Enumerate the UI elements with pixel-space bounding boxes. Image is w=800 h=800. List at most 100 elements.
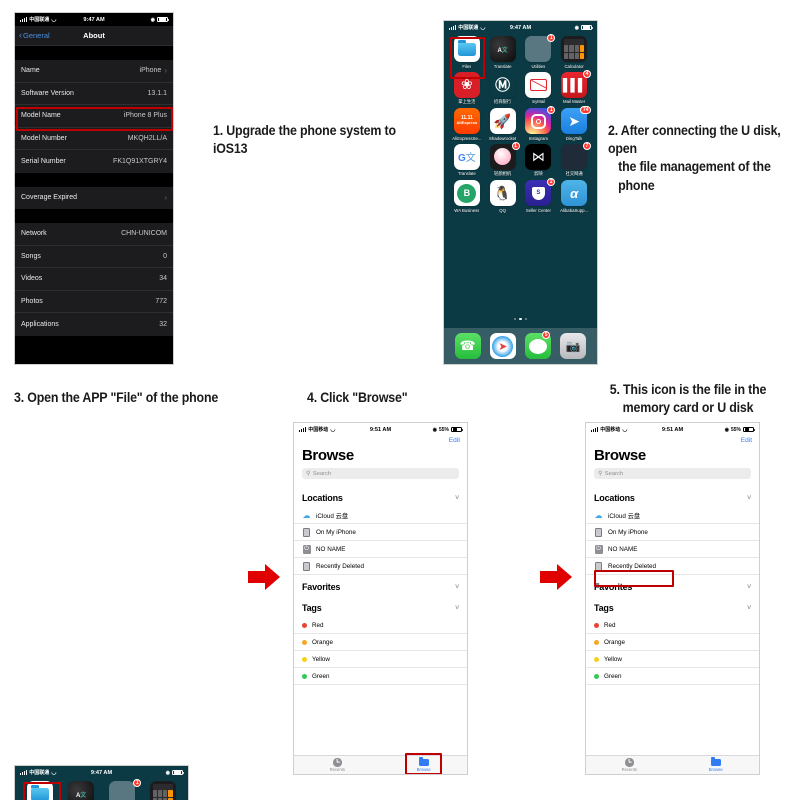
table-row[interactable]: Model Name iPhone 8 Plus xyxy=(15,105,173,128)
table-row[interactable]: Videos 34 xyxy=(15,268,173,291)
status-left: 中国联通 ◡ xyxy=(20,16,57,23)
phone-panel-files-browse-noname: 中国移动 ◡ 9:51 AM ◉ 55% Edit Browse ⚲ Searc… xyxy=(585,422,760,775)
dock-camera-icon[interactable]: 📷 xyxy=(560,333,587,359)
dock-messages-icon[interactable]: 5 xyxy=(525,331,552,359)
table-row[interactable]: Photos 772 xyxy=(15,291,173,313)
app-icon-[interactable]: ❀ 掌上生活 xyxy=(449,71,485,106)
section-header-tags[interactable]: Tags ˅ xyxy=(586,596,759,617)
clock-icon xyxy=(333,758,342,767)
table-row-software-version[interactable]: Software Version 13.1.1 xyxy=(15,83,173,105)
tag-label: Green xyxy=(604,672,622,680)
row-value: 32 xyxy=(159,321,167,328)
section-header-favorites[interactable]: Favorites ˅ xyxy=(586,575,759,596)
location-row-recently-deleted[interactable]: Recently Deleted xyxy=(294,558,467,575)
aba-app-icon: α xyxy=(561,180,588,206)
section-label: Locations xyxy=(302,493,343,503)
table-row[interactable]: Serial Number FK1Q91XTGRY4 xyxy=(15,150,173,173)
section-header-tags[interactable]: Tags ˅ xyxy=(294,596,467,617)
edit-button[interactable]: Edit xyxy=(294,436,467,446)
chevron-down-icon[interactable]: ˅ xyxy=(747,605,751,612)
app-icon-mymail[interactable]: myMail xyxy=(521,71,557,106)
tag-row-yellow[interactable]: Yellow xyxy=(294,651,467,668)
battery-icon xyxy=(581,24,593,31)
app-icon-shadowrocket[interactable]: 🚀 Shadowrocket xyxy=(485,108,521,141)
row-value-text: 32 xyxy=(159,320,167,328)
app-icon-wa-business[interactable]: B WA Business xyxy=(449,180,485,213)
location-label: Recently Deleted xyxy=(608,562,656,570)
location-row-recently-deleted[interactable]: Recently Deleted xyxy=(586,558,759,575)
chevron-down-icon[interactable]: ˅ xyxy=(455,495,459,502)
table-row[interactable]: Applications 32 xyxy=(15,313,173,336)
page-title: Browse xyxy=(594,447,646,464)
app-icon-aliexpressse[interactable]: 11.11 AliExpress AliExpressSe... xyxy=(449,108,485,141)
app-icon-qq[interactable]: 🐧 QQ xyxy=(485,180,521,213)
app-icon-alibabasupp[interactable]: α AlibabaSupp... xyxy=(556,180,592,213)
notification-badge: 1 xyxy=(511,141,520,150)
app-icon-utilities[interactable]: 1Utilities xyxy=(521,34,557,69)
app-icon-[interactable]: 1 轻颜相机 xyxy=(485,141,521,178)
edit-button[interactable]: Edit xyxy=(586,436,759,446)
location-row-icloud[interactable]: ☁ iCloud 云盘 xyxy=(294,507,467,524)
tag-row-green[interactable]: Green xyxy=(586,668,759,685)
location-row-on-my-iphone[interactable]: On My iPhone xyxy=(294,524,467,541)
app-icon-seller-center[interactable]: S 2 Seller Center xyxy=(521,178,557,213)
status-right: ◉ xyxy=(575,24,593,31)
location-row-icloud[interactable]: ☁ iCloud 云盘 xyxy=(586,507,759,524)
status-left: 中国联通 ◡ xyxy=(449,24,486,31)
location-row-on-my-iphone[interactable]: On My iPhone xyxy=(586,524,759,541)
section-header-favorites[interactable]: Favorites ˅ xyxy=(294,575,467,596)
caption-step-1: 1. Upgrade the phone system to iOS13 xyxy=(213,123,396,157)
status-right: ◉ xyxy=(150,16,169,23)
dock-phone-icon[interactable]: ☎ xyxy=(454,333,481,359)
tag-row-red[interactable]: Red xyxy=(586,617,759,634)
cam-app-icon: 📷 xyxy=(560,333,587,359)
tab-label: Recents xyxy=(621,767,637,772)
tag-row-red[interactable]: Red xyxy=(294,617,467,634)
phone-panel-homescreen-top: 中国联通 ◡ 9:47 AM ◉ Files A文 Translate 1 Utilit… xyxy=(443,20,598,365)
app-icon-files[interactable]: Files xyxy=(449,36,485,69)
chevron-down-icon[interactable]: ˅ xyxy=(455,584,459,591)
tag-row-orange[interactable]: Orange xyxy=(586,634,759,651)
search-input[interactable]: ⚲ Search xyxy=(302,468,459,479)
app-icon-calculator[interactable]: Calculator xyxy=(142,781,183,800)
app-icon-translate[interactable]: A文Translate xyxy=(61,781,102,800)
app-icon-[interactable]: Ⓜ 招商银行 xyxy=(485,72,521,106)
table-row-coverage[interactable]: Coverage Expired › xyxy=(15,187,173,210)
tab-browse[interactable]: Browse xyxy=(381,756,468,772)
tag-row-green[interactable]: Green xyxy=(294,668,467,685)
app-icon-utilities[interactable]: 1Utilities xyxy=(102,779,143,800)
tag-row-yellow[interactable]: Yellow xyxy=(586,651,759,668)
chevron-down-icon[interactable]: ˅ xyxy=(455,605,459,612)
dock-safari-icon[interactable]: ➤ xyxy=(489,333,516,359)
app-icon-dingtalk[interactable]: ➤ 74 DingTalk xyxy=(556,106,592,141)
app-icon-[interactable]: ⋈ 剪映 xyxy=(521,143,557,178)
location-row-no-name[interactable]: ⏻ NO NAME xyxy=(294,541,467,558)
page-dot xyxy=(524,317,527,320)
app-icon-mail-master[interactable]: ▌▌▌ 4 Mail Master xyxy=(556,69,592,106)
section-header-locations[interactable]: Locations ˅ xyxy=(294,486,467,507)
table-row[interactable]: Model Number MKQH2LL/A xyxy=(15,128,173,150)
caption-step-5-line1: 5. This icon is the file in the xyxy=(609,382,767,397)
app-label: Files xyxy=(462,63,472,69)
status-bar: 中国移动 ◡ 9:51 AM ◉ 55% xyxy=(294,423,467,436)
tab-recents[interactable]: Recents xyxy=(586,758,673,772)
app-icon-calculator[interactable]: Calculator xyxy=(556,36,592,69)
location-icon: ◉ xyxy=(150,16,155,23)
app-icon-files[interactable]: Files xyxy=(20,781,61,800)
chevron-down-icon[interactable]: ˅ xyxy=(747,495,751,502)
app-icon-translate[interactable]: A文Translate xyxy=(485,36,521,69)
tab-browse[interactable]: Browse xyxy=(673,756,760,772)
tab-recents[interactable]: Recents xyxy=(294,758,381,772)
app-icon-instagram[interactable]: 1 Instagram xyxy=(521,106,557,141)
table-row[interactable]: Songs 0 xyxy=(15,246,173,268)
table-row[interactable]: Network CHN-UNICOM xyxy=(15,223,173,246)
app-icon-[interactable]: 7 社交网通 xyxy=(556,141,592,178)
section-header-locations[interactable]: Locations ˅ xyxy=(586,486,759,507)
table-row[interactable]: Name iPhone › xyxy=(15,60,173,83)
search-input[interactable]: ⚲ Search xyxy=(594,468,751,479)
tag-row-orange[interactable]: Orange xyxy=(294,634,467,651)
chevron-down-icon[interactable]: ˅ xyxy=(747,584,751,591)
location-row-no-name[interactable]: ⏻ NO NAME xyxy=(586,541,759,558)
app-icon-translate[interactable]: G文 Translate xyxy=(449,143,485,178)
battery-icon xyxy=(172,769,184,776)
